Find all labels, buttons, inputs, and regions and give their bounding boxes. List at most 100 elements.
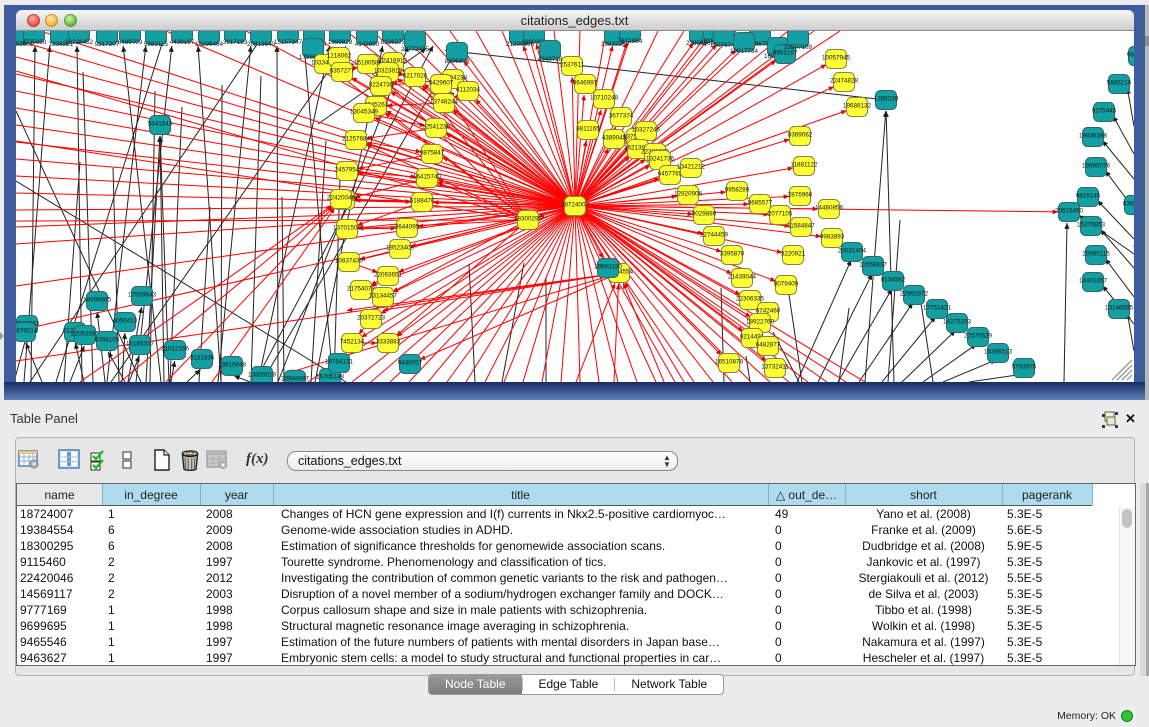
svg-text:2537611: 2537611 [560,62,585,69]
svg-text:3395870: 3395870 [720,251,745,258]
svg-text:3677374: 3677374 [609,113,634,120]
svg-text:22306335: 22306335 [736,296,765,303]
svg-text:1385239: 1385239 [874,96,899,103]
svg-text:17559643: 17559643 [128,292,157,299]
svg-text:8134562: 8134562 [881,277,906,284]
svg-text:11558837: 11558837 [859,262,887,269]
svg-text:9275445: 9275445 [1092,108,1117,115]
svg-text:11881122: 11881122 [790,162,818,169]
svg-text:9875847: 9875847 [420,150,445,157]
svg-text:18724007: 18724007 [561,202,590,209]
svg-text:22992872: 22992872 [900,291,929,298]
svg-text:15375853: 15375853 [1077,222,1106,229]
svg-text:2876966: 2876966 [788,192,813,199]
svg-text:8079409: 8079409 [774,281,799,288]
svg-text:5682115: 5682115 [144,41,169,48]
svg-text:22093651: 22093651 [374,272,403,279]
svg-text:8029889: 8029889 [692,211,717,218]
svg-text:18922760: 18922760 [746,319,775,326]
svg-text:5188470: 5188470 [410,198,435,205]
svg-text:19017734: 19017734 [730,48,759,55]
svg-text:13910648: 13910648 [218,362,247,369]
svg-text:8811165: 8811165 [576,126,600,133]
svg-text:10710248: 10710248 [590,95,619,102]
svg-text:22474828: 22474828 [830,78,859,85]
svg-text:8646997: 8646997 [573,80,598,87]
svg-text:4143890: 4143890 [355,41,380,48]
svg-text:9887903: 9887903 [1127,52,1134,59]
svg-text:3333883: 3333883 [376,339,401,346]
svg-text:6357277: 6357277 [330,68,355,75]
svg-text:19688132: 19688132 [843,103,872,110]
svg-text:19085076: 19085076 [1082,163,1111,170]
svg-text:10327246: 10327246 [632,127,661,134]
svg-text:4439167: 4439167 [170,39,195,46]
svg-text:4112034: 4112034 [456,87,481,94]
svg-text:14401657: 14401657 [1079,278,1108,285]
svg-text:3917183: 3917183 [223,39,248,46]
svg-text:16396513: 16396513 [984,349,1013,356]
svg-text:21439044: 21439044 [728,274,757,281]
svg-text:7452134: 7452134 [340,339,365,346]
svg-text:4735650: 4735650 [22,39,47,46]
svg-text:5793975: 5793975 [1012,364,1037,371]
svg-text:3644095: 3644095 [395,224,420,231]
svg-text:8336273: 8336273 [381,39,406,46]
svg-text:3131636: 3131636 [190,355,215,362]
svg-text:9436057: 9436057 [398,360,423,367]
svg-text:2077105: 2077105 [768,211,793,218]
svg-text:13805018: 13805018 [248,372,277,379]
svg-text:1999828: 1999828 [328,39,353,46]
svg-text:20615450: 20615450 [1055,208,1084,215]
svg-text:6217026: 6217026 [403,73,428,80]
svg-text:22570529: 22570529 [964,333,993,340]
svg-text:21754078: 21754078 [347,286,376,293]
svg-text:20994697: 20994697 [281,376,310,383]
svg-text:22507109: 22507109 [784,44,813,51]
svg-text:20031404: 20031404 [838,248,867,255]
svg-text:6368105: 6368105 [95,337,120,344]
svg-text:19299464: 19299464 [195,41,224,48]
svg-text:13701506: 13701506 [333,225,362,232]
svg-text:10837430: 10837430 [335,258,364,265]
svg-text:20580115: 20580115 [1082,251,1110,258]
svg-text:9958289: 9958289 [725,187,750,194]
svg-text:19836388: 19836388 [1079,133,1108,140]
svg-text:9816145: 9816145 [1076,193,1101,200]
svg-text:11584847: 11584847 [787,223,815,230]
svg-text:8489709: 8489709 [118,39,143,46]
svg-text:18096865: 18096865 [83,297,112,304]
svg-text:4050413: 4050413 [113,318,138,325]
svg-text:6482877: 6482877 [756,342,781,349]
svg-text:2457954: 2457954 [335,167,360,174]
svg-text:15157347: 15157347 [274,39,303,46]
svg-text:13421212: 13421212 [677,164,706,171]
svg-text:10057945: 10057945 [822,55,851,62]
svg-text:22744459: 22744459 [700,232,729,239]
svg-text:20813640: 20813640 [247,41,276,48]
svg-text:7671884: 7671884 [618,38,643,45]
svg-text:1218062: 1218062 [327,53,352,60]
svg-text:12920906: 12920906 [674,191,703,198]
svg-text:8685577: 8685577 [748,200,773,207]
svg-text:4429607: 4429607 [429,80,454,87]
svg-text:16510878: 16510878 [715,359,744,366]
svg-text:13748244: 13748244 [430,99,459,106]
svg-text:18300295: 18300295 [514,216,543,223]
svg-text:8224730: 8224730 [369,82,394,89]
svg-text:16415740: 16415740 [413,174,442,181]
svg-text:22420046: 22420046 [327,195,356,202]
svg-text:13241736: 13241736 [646,156,675,163]
svg-text:9217207: 9217207 [95,41,120,48]
svg-text:12541238: 12541238 [422,124,451,131]
svg-text:13146585: 13146585 [1105,305,1134,312]
svg-text:14275203: 14275203 [943,319,972,326]
svg-text:5641643: 5641643 [148,121,173,128]
svg-text:4843718: 4843718 [538,56,563,63]
svg-text:13732411: 13732411 [761,364,789,371]
svg-text:19563180: 19563180 [594,264,623,271]
svg-text:13045349: 13045349 [350,109,379,116]
svg-text:9983893: 9983893 [820,234,845,241]
svg-text:10228452: 10228452 [65,39,94,46]
svg-text:10323815: 10323815 [374,68,403,75]
